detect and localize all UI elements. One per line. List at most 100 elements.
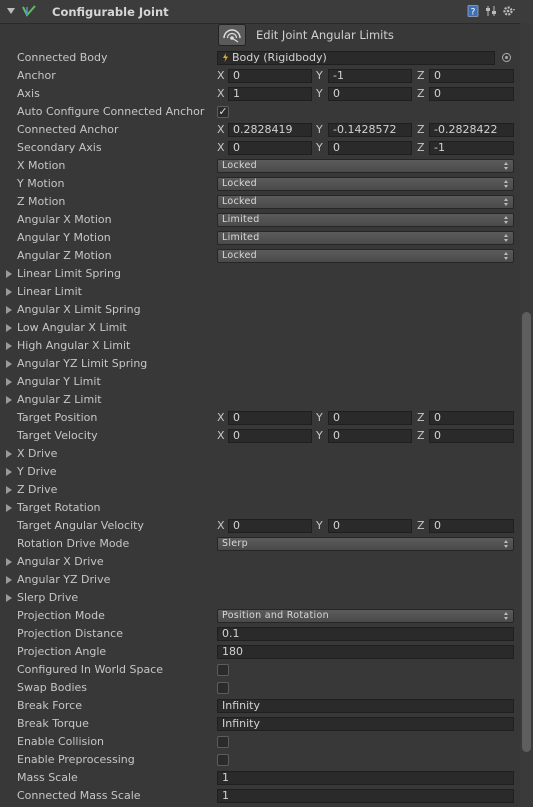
break-force-field[interactable]: Infinity	[217, 699, 514, 713]
angular-z-limit-foldout[interactable]: Angular Z Limit	[0, 391, 520, 409]
foldout-arrow-icon[interactable]	[6, 468, 12, 476]
foldout-arrow-icon[interactable]	[6, 594, 12, 602]
target-velocity-z-field[interactable]: 0	[429, 429, 514, 443]
secondary-axis-z-field[interactable]: -1	[429, 141, 514, 155]
object-picker-icon[interactable]	[502, 53, 511, 62]
foldout-arrow-icon[interactable]	[6, 378, 12, 386]
connected-anchor-y-label: Y	[316, 123, 323, 136]
secondary-axis-y-label: Y	[316, 141, 323, 154]
target-angular-velocity-x-field[interactable]: 0	[228, 519, 312, 533]
foldout-arrow-icon[interactable]	[6, 576, 12, 584]
connected-anchor-y-field[interactable]: -0.1428572	[328, 123, 412, 137]
projection-mode-dropdown[interactable]: Position and Rotation	[217, 609, 514, 623]
component-header[interactable]: Configurable Joint ?	[0, 0, 533, 24]
projection-angle-field[interactable]: 180	[217, 645, 514, 659]
connected-anchor-x-label: X	[217, 123, 225, 136]
x-drive-foldout[interactable]: X Drive	[0, 445, 520, 463]
enable-preprocessing-checkbox[interactable]	[217, 754, 229, 766]
foldout-arrow-icon[interactable]	[6, 306, 12, 314]
projection-distance-field[interactable]: 0.1	[217, 627, 514, 641]
low-angular-x-limit-label: Low Angular X Limit	[17, 321, 127, 334]
linear-limit-spring-foldout[interactable]: Linear Limit Spring	[0, 265, 520, 283]
break-force-row: Break Force Infinity	[0, 697, 520, 715]
angular-y-limit-foldout[interactable]: Angular Y Limit	[0, 373, 520, 391]
connected-mass-scale-field[interactable]: 1	[217, 789, 514, 803]
axis-x-field[interactable]: 1	[228, 87, 312, 101]
angular-yz-limit-spring-foldout[interactable]: Angular YZ Limit Spring	[0, 355, 520, 373]
x-motion-dropdown[interactable]: Locked	[217, 159, 514, 173]
anchor-z-label: Z	[417, 69, 425, 82]
z-motion-dropdown[interactable]: Locked	[217, 195, 514, 209]
secondary-axis-x-field[interactable]: 0	[228, 141, 312, 155]
high-angular-x-limit-label: High Angular X Limit	[17, 339, 131, 352]
foldout-arrow-icon[interactable]	[6, 558, 12, 566]
angular-y-limit-label: Angular Y Limit	[17, 375, 101, 388]
foldout-arrow-icon[interactable]	[6, 324, 12, 332]
angular-x-motion-dropdown[interactable]: Limited	[217, 213, 514, 227]
target-angular-velocity-z-field[interactable]: 0	[429, 519, 514, 533]
axis-z-field[interactable]: 0	[429, 87, 514, 101]
y-motion-value: Locked	[222, 178, 257, 189]
angular-z-motion-dropdown[interactable]: Locked	[217, 249, 514, 263]
foldout-arrow-icon[interactable]	[6, 288, 12, 296]
gear-icon[interactable]	[502, 5, 516, 17]
target-velocity-x-field[interactable]: 0	[228, 429, 312, 443]
dropdown-arrow-icon	[504, 540, 509, 548]
mass-scale-field[interactable]: 1	[217, 771, 514, 785]
target-position-x-label: X	[217, 411, 225, 424]
x-drive-label: X Drive	[17, 447, 58, 460]
linear-limit-spring-label: Linear Limit Spring	[17, 267, 121, 280]
low-angular-x-limit-foldout[interactable]: Low Angular X Limit	[0, 319, 520, 337]
slerp-drive-foldout[interactable]: Slerp Drive	[0, 589, 520, 607]
anchor-x-field[interactable]: 0	[228, 69, 312, 83]
foldout-arrow-icon[interactable]	[6, 486, 12, 494]
target-rotation-foldout[interactable]: Target Rotation	[0, 499, 520, 517]
foldout-arrow-icon[interactable]	[6, 360, 12, 368]
help-icon[interactable]: ?	[467, 5, 479, 17]
z-drive-foldout[interactable]: Z Drive	[0, 481, 520, 499]
target-angular-velocity-x-label: X	[217, 519, 225, 532]
connected-body-field[interactable]: Body (Rigidbody)	[217, 51, 495, 65]
angular-y-motion-dropdown[interactable]: Limited	[217, 231, 514, 245]
angular-yz-drive-foldout[interactable]: Angular YZ Drive	[0, 571, 520, 589]
break-torque-field[interactable]: Infinity	[217, 717, 514, 731]
foldout-arrow-icon[interactable]	[6, 396, 12, 404]
scrollbar-thumb[interactable]	[522, 312, 531, 752]
foldout-arrow-icon[interactable]	[6, 270, 12, 278]
target-position-y-field[interactable]: 0	[328, 411, 412, 425]
foldout-arrow-icon[interactable]	[6, 504, 12, 512]
angular-y-motion-value: Limited	[222, 232, 260, 243]
angular-x-limit-spring-foldout[interactable]: Angular X Limit Spring	[0, 301, 520, 319]
foldout-arrow-icon[interactable]	[6, 450, 12, 458]
secondary-axis-row: Secondary Axis X 0 Y 0 Z -1	[0, 139, 520, 157]
foldout-arrow-icon[interactable]	[6, 342, 12, 350]
connected-anchor-z-field[interactable]: -0.2828422	[429, 123, 514, 137]
secondary-axis-y-field[interactable]: 0	[328, 141, 412, 155]
high-angular-x-limit-foldout[interactable]: High Angular X Limit	[0, 337, 520, 355]
projection-distance-label: Projection Distance	[17, 627, 123, 640]
axis-y-field[interactable]: 0	[328, 87, 412, 101]
break-torque-label: Break Torque	[17, 717, 89, 730]
target-position-z-field[interactable]: 0	[429, 411, 514, 425]
enable-collision-checkbox[interactable]	[217, 736, 229, 748]
target-position-x-field[interactable]: 0	[228, 411, 312, 425]
auto-configure-checkbox[interactable]: ✓	[217, 106, 229, 118]
angular-x-drive-foldout[interactable]: Angular X Drive	[0, 553, 520, 571]
linear-limit-foldout[interactable]: Linear Limit	[0, 283, 520, 301]
swap-bodies-checkbox[interactable]	[217, 682, 229, 694]
connected-anchor-x-field[interactable]: 0.2828419	[228, 123, 312, 137]
configured-world-space-checkbox[interactable]	[217, 664, 229, 676]
fold-arrow-icon[interactable]	[7, 8, 15, 14]
dropdown-arrow-icon	[504, 180, 509, 188]
y-drive-foldout[interactable]: Y Drive	[0, 463, 520, 481]
anchor-z-field[interactable]: 0	[429, 69, 514, 83]
axis-label: Axis	[17, 87, 40, 100]
target-velocity-y-field[interactable]: 0	[328, 429, 412, 443]
anchor-y-field[interactable]: -1	[328, 69, 412, 83]
y-motion-dropdown[interactable]: Locked	[217, 177, 514, 191]
target-angular-velocity-y-field[interactable]: 0	[328, 519, 412, 533]
target-rotation-label: Target Rotation	[17, 501, 101, 514]
preset-icon[interactable]	[485, 5, 497, 17]
edit-angular-limits-button[interactable]	[218, 24, 246, 46]
rotation-drive-mode-dropdown[interactable]: Slerp	[217, 537, 514, 551]
